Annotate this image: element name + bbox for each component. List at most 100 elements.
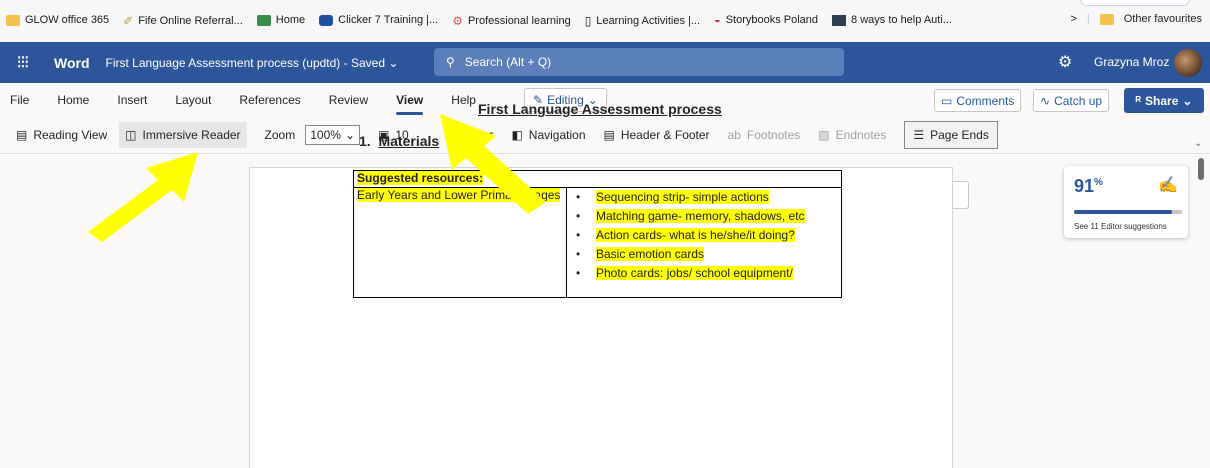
editor-progress-fill [1074, 210, 1173, 214]
bookmark-professional[interactable]: ⚙ Professional learning [452, 14, 571, 28]
header-footer-label: Header & Footer [620, 127, 710, 142]
grid-icon [832, 14, 847, 26]
bookmark-label: Storybooks Poland [725, 14, 819, 26]
app-icon: ⚙ [452, 14, 463, 28]
endnotes-label: Endnotes [835, 127, 887, 142]
share-button[interactable]: ᴿ Share ⌄ [1124, 88, 1204, 113]
footnotes-label: Footnotes [746, 127, 801, 142]
pulse-icon: ∿ [1040, 93, 1051, 108]
editor-progress-bar [1074, 210, 1182, 214]
table-row: Early Years and Lower Primary stages Seq… [353, 187, 842, 298]
bookmark-label: Home [275, 14, 306, 26]
resource-list: Sequencing strip- simple actions Matchin… [570, 188, 838, 283]
editor-score-card[interactable]: 91% ✍ See 11 Editor suggestions [1064, 166, 1188, 238]
bookmark-label: Clicker 7 Training |... [338, 14, 439, 26]
bookmark-label: 8 ways to help Auti... [851, 14, 952, 26]
list-item: Action cards- what is he/she/it doing? [576, 226, 838, 245]
share-icon: ᴿ [1135, 93, 1142, 108]
yellow-arrow-immersive-reader-icon [88, 152, 198, 242]
page-icon: ▯ [584, 14, 592, 28]
catch-up-label: Catch up [1054, 93, 1103, 108]
bookmark-glow[interactable]: GLOW office 365 [6, 14, 109, 26]
list-item: Basic emotion cards [576, 245, 838, 264]
folder-icon [6, 14, 20, 26]
leaf-icon: ✐ [123, 14, 134, 28]
header-footer-button[interactable]: ▤ Header & Footer [604, 128, 710, 142]
comments-label: Comments [956, 93, 1015, 108]
list-item: Matching game- memory, shadows, etc [576, 207, 838, 226]
bookmark-label: GLOW office 365 [25, 14, 110, 26]
editor-score: 91% [1074, 176, 1103, 197]
footnote-icon: ab [727, 127, 741, 142]
list-item: Photo cards: jobs/ school equipment/ [576, 264, 838, 283]
page-ends-icon: ☰ [913, 127, 925, 142]
bookmark-label: Professional learning [467, 15, 571, 27]
list-item-text: Basic emotion cards [596, 247, 705, 261]
endnotes-button[interactable]: ▧ Endnotes [818, 128, 886, 142]
zoom-control: Zoom 100% ⌄ [264, 124, 360, 145]
bookmark-storybooks[interactable]: ◒ Storybooks Poland [714, 14, 818, 26]
user-name[interactable]: Grazyna Mroz [1094, 55, 1169, 69]
bookmark-home[interactable]: Home [256, 14, 306, 26]
bookmark-clicker[interactable]: Clicker 7 Training |... [319, 14, 438, 26]
gear-icon[interactable]: ⚙ [1058, 52, 1072, 72]
tab-home[interactable]: Home [57, 93, 89, 107]
scrollbar-thumb[interactable] [1198, 158, 1204, 180]
bookmark-autism[interactable]: 8 ways to help Auti... [832, 14, 952, 26]
tab-view[interactable]: View [396, 93, 424, 115]
editor-score-value: 91 [1074, 176, 1095, 196]
footnotes-button[interactable]: ab Footnotes [728, 128, 801, 142]
list-item-text: Matching game- memory, shadows, etc [596, 209, 805, 223]
comment-icon: ▭ [941, 93, 953, 108]
table-header-cell: Suggested resources: [353, 170, 842, 188]
header-footer-icon: ▤ [603, 127, 615, 142]
yellow-arrow-view-tab-icon [440, 114, 546, 214]
app-launcher-icon[interactable]: ⁝⁝⁝ [0, 52, 44, 73]
bookmark-label: Learning Activities |... [596, 15, 701, 27]
bookmark-fife[interactable]: ✐ Fife Online Referral... [123, 14, 243, 28]
app-icon [319, 14, 334, 26]
bookmark-label: Fife Online Referral... [138, 15, 243, 27]
share-label: Share [1145, 93, 1179, 108]
chevron-right-icon[interactable]: > [1070, 13, 1076, 25]
tab-references[interactable]: References [239, 93, 300, 107]
zoom-label: Zoom [264, 127, 296, 142]
profile-pill[interactable] [1080, 0, 1190, 6]
document-title-text: First Language Assessment process (updtd… [105, 55, 385, 70]
bookmark-learning[interactable]: ▯ Learning Activities |... [585, 14, 700, 28]
comments-button[interactable]: ▭ Comments [934, 89, 1022, 112]
tab-help[interactable]: Help [451, 93, 476, 107]
book-icon: ▤ [16, 127, 28, 142]
resources-table: Suggested resources: Early Years and Low… [353, 170, 842, 298]
page-ends-button[interactable]: ☰ Page Ends [904, 120, 998, 149]
endnote-icon: ▧ [818, 127, 830, 142]
folder-icon [1099, 13, 1114, 25]
search-placeholder: Search (Alt + Q) [464, 55, 552, 69]
search-box[interactable]: ⚲ Search (Alt + Q) [434, 48, 844, 76]
list-item: Sequencing strip- simple actions [576, 188, 838, 207]
section-heading: 1. Materials [359, 133, 439, 149]
chevron-down-icon: ⌄ [1182, 93, 1193, 108]
tab-file[interactable]: File [10, 93, 29, 107]
other-favourites[interactable]: Other favourites [1124, 13, 1202, 25]
chevron-down-icon[interactable]: ⌄ [1194, 138, 1202, 149]
bookmarks-right: > | Other favourites [1070, 13, 1202, 25]
avatar[interactable] [1174, 49, 1202, 77]
editor-score-suffix: % [1094, 177, 1103, 188]
tab-insert[interactable]: Insert [117, 93, 147, 107]
list-item-text: Action cards- what is he/she/it doing? [596, 228, 795, 242]
tab-layout[interactable]: Layout [175, 93, 211, 107]
section-number: 1. [359, 133, 371, 149]
zoom-select[interactable]: 100% ⌄ [305, 124, 360, 145]
document-title[interactable]: First Language Assessment process (updtd… [106, 56, 399, 70]
tab-review[interactable]: Review [329, 93, 368, 107]
catch-up-button[interactable]: ∿ Catch up [1033, 89, 1110, 112]
page-ends-label: Page Ends [930, 127, 989, 142]
chevron-down-icon: ⌄ [388, 55, 399, 70]
app-icon [256, 14, 271, 26]
bookmarks-bar: GLOW office 365 ✐ Fife Online Referral...… [0, 0, 1210, 42]
app-name[interactable]: Word [54, 55, 90, 71]
editor-suggestions-link[interactable]: See 11 Editor suggestions [1074, 222, 1167, 231]
list-item-text: Sequencing strip- simple actions [596, 190, 769, 204]
editor-pen-icon: ✍ [1158, 177, 1178, 194]
